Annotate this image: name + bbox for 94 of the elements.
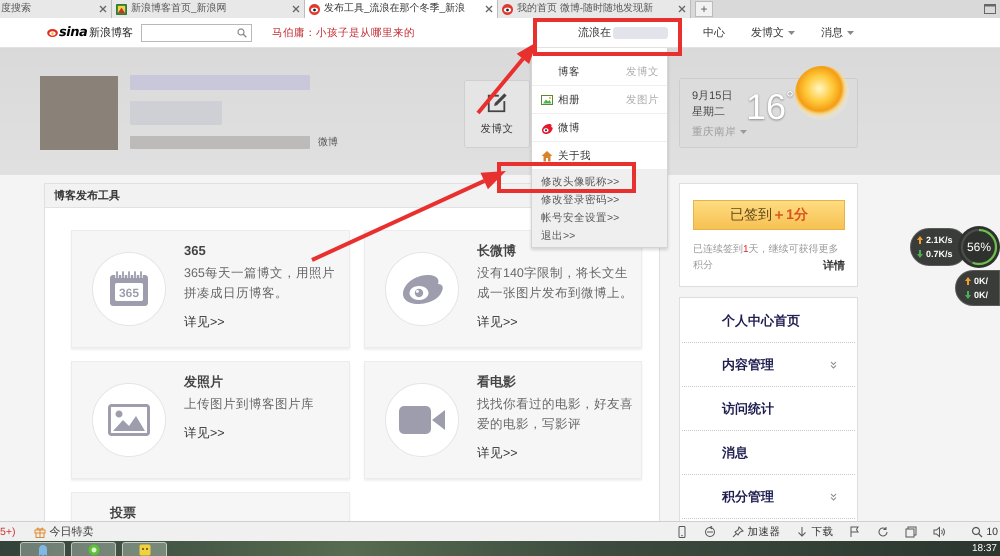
site-logo[interactable]: sina新浪博客	[47, 25, 141, 40]
search-icon[interactable]	[237, 28, 247, 38]
menu-link[interactable]: 修改头像昵称>>	[541, 173, 620, 191]
sidebar-nav-item[interactable]: 个人中心首页	[682, 299, 855, 343]
browser-tab[interactable]: 度搜索	[0, 0, 112, 18]
weather-weekday: 星期二	[692, 105, 726, 120]
close-icon[interactable]	[678, 5, 686, 13]
menu-link[interactable]: 帐号安全设置>>	[541, 209, 620, 227]
upload-speed: 0K/	[974, 275, 988, 287]
down-arrow-icon	[796, 526, 808, 538]
sidebar-nav-item[interactable]: 内容管理	[682, 343, 855, 387]
headline-link[interactable]: 马伯庸：小孩子是从哪里来的	[272, 26, 415, 40]
details-link[interactable]: 详见>>	[477, 443, 518, 463]
status-text: 5+)	[0, 526, 16, 538]
download-speed: 0K/	[974, 289, 988, 301]
accelerator-button[interactable]: 加速器	[732, 524, 780, 538]
pin-icon	[732, 526, 744, 538]
details-link[interactable]: 详情	[823, 258, 845, 274]
eye-logo-icon	[47, 28, 58, 36]
site-icon	[116, 4, 127, 14]
sync-icon[interactable]	[704, 526, 716, 538]
speaker-icon[interactable]	[933, 526, 946, 538]
panel-title: 博客发布工具	[54, 188, 120, 203]
down-arrow-icon	[965, 291, 971, 299]
nav-link[interactable]: 消息	[821, 25, 854, 40]
up-arrow-icon	[965, 277, 971, 285]
phone-icon[interactable]	[676, 526, 688, 538]
taskbar-button[interactable]	[20, 542, 65, 556]
sidebar-nav-item[interactable]: 消息	[682, 431, 855, 475]
search-field[interactable]	[141, 24, 252, 42]
calendar-icon: 365	[92, 252, 166, 326]
taskbar-clock: 18:37	[972, 542, 998, 555]
taskbar-button[interactable]	[122, 542, 167, 556]
sidebar-nav-item[interactable]: 访问统计	[682, 387, 855, 431]
house-icon	[541, 150, 553, 162]
zoom-level-button[interactable]: 10	[971, 526, 1000, 538]
details-link[interactable]: 详见>>	[184, 312, 225, 332]
search-icon	[971, 526, 984, 538]
tool-description: 找找你看过的电影，好友喜爱的电影，写影评	[477, 396, 634, 433]
browser-tab[interactable]: 新浪博客首页_新浪网	[112, 0, 305, 18]
menu-item[interactable]: 微博	[532, 114, 667, 142]
app-icon	[36, 544, 48, 556]
tool-title: 投票	[110, 505, 136, 521]
weibo-label: 微博	[318, 136, 338, 148]
upload-speed: 2.1K/s	[926, 234, 953, 246]
nav-link[interactable]: 发博文	[751, 25, 795, 40]
up-arrow-icon	[917, 236, 923, 244]
close-icon[interactable]	[485, 5, 493, 13]
sun-icon	[795, 66, 849, 120]
window-icon[interactable]	[984, 4, 996, 14]
window-icon[interactable]	[905, 526, 918, 538]
eye-logo-icon	[541, 122, 553, 134]
download-speed: 0.7K/s	[926, 248, 953, 260]
browser-tab[interactable]: 我的首页 微博-随时随地发现新	[498, 0, 691, 18]
tool-description: 没有140字限制，将长文生成一张图片发布到微博上。	[477, 265, 634, 302]
details-link[interactable]: 详见>>	[184, 423, 225, 443]
tool-title: 365	[184, 243, 206, 259]
tool-description: 上传图片到博客图片库	[184, 396, 315, 413]
flag-icon[interactable]	[849, 526, 862, 538]
gauge-percent: 56%	[966, 240, 992, 254]
edit-icon	[486, 92, 508, 114]
app-icon	[138, 544, 150, 556]
taskbar-button[interactable]	[71, 542, 116, 556]
eye-logo-icon	[502, 4, 513, 14]
refresh-icon[interactable]	[877, 526, 890, 538]
weather-date: 9月15日	[692, 89, 734, 104]
down-arrow-icon	[917, 250, 923, 258]
nav-link[interactable]: 中心	[703, 25, 725, 40]
temperature: 16$^{°}$	[746, 88, 794, 126]
photo-icon	[541, 94, 553, 106]
new-tab-button[interactable]: +	[695, 1, 713, 17]
close-icon[interactable]	[292, 5, 300, 13]
menu-link[interactable]: 修改登录密码>>	[541, 191, 620, 209]
checkin-button[interactable]: 已签到＋1分	[693, 200, 845, 230]
tool-title: 看电影	[477, 374, 516, 390]
app-icon	[88, 544, 100, 556]
caret-icon	[740, 130, 747, 134]
details-link[interactable]: 详见>>	[477, 312, 518, 332]
deals-button[interactable]: 今日特卖	[34, 524, 94, 539]
browser-tab[interactable]: 发布工具_流浪在那个冬季_新浪	[305, 0, 498, 18]
menu-link[interactable]: 退出>>	[541, 227, 576, 245]
blurred-text-block	[613, 26, 668, 38]
download-button[interactable]: 下载	[796, 524, 834, 538]
gift-icon	[34, 526, 46, 538]
eye-logo-icon	[309, 4, 320, 14]
sidebar-nav-item[interactable]: 积分管理	[682, 475, 855, 519]
menu-item[interactable]: 相册 发图片	[532, 86, 667, 114]
menu-item[interactable]: 博客 发博文	[532, 58, 667, 86]
tool-title: 长微博	[477, 243, 516, 259]
tool-title: 发照片	[184, 374, 223, 390]
close-icon[interactable]	[99, 5, 107, 13]
post-button[interactable]: 发博文	[464, 80, 530, 148]
checkin-streak-text: 已连续签到1天，继续可获得更多积分 详情	[693, 242, 845, 274]
tool-description: 365每天一篇博文，用照片拼凑成日历博客。	[184, 265, 336, 302]
